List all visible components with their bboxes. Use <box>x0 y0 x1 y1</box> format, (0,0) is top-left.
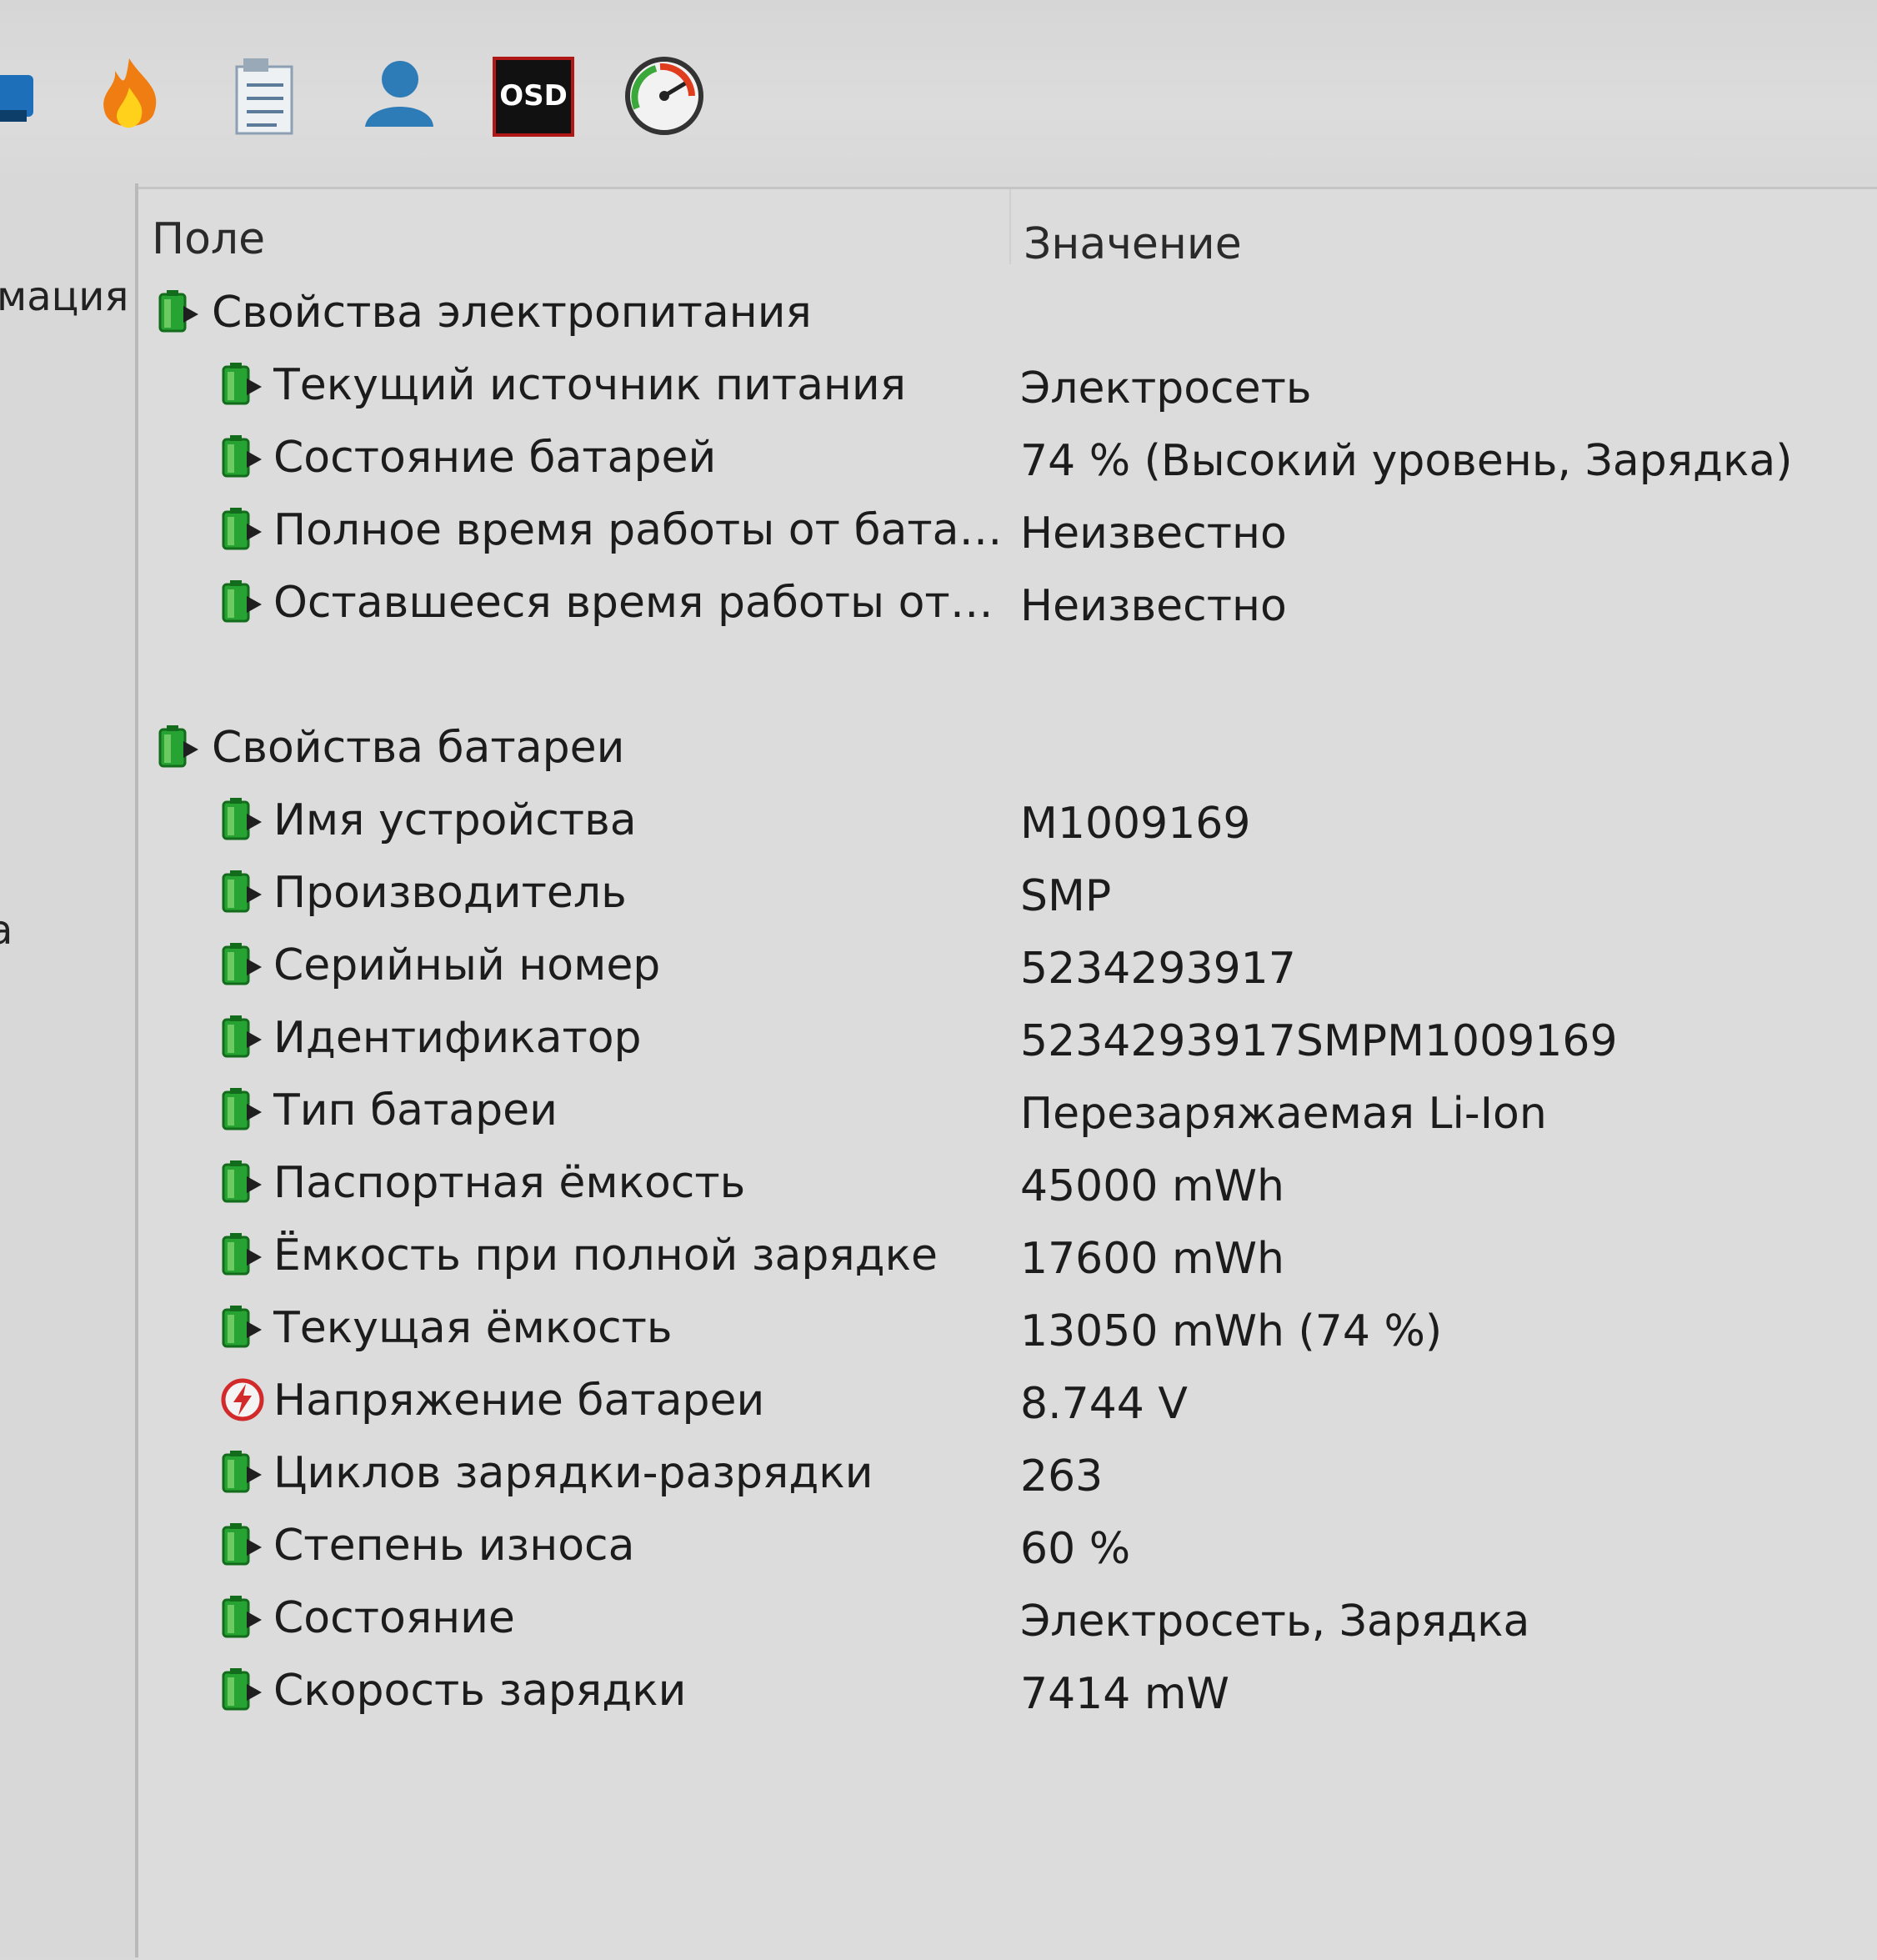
flame-icon[interactable] <box>83 50 175 142</box>
battery-icon <box>218 1158 267 1206</box>
field-value: 45000 mWh <box>1020 1161 1284 1211</box>
field-value: M1009169 <box>1020 799 1251 849</box>
list-item[interactable]: Идентификатор 5234293917SMPM1009169 <box>138 1006 1877 1073</box>
field-value: 60 % <box>1020 1524 1131 1574</box>
driver-icon[interactable] <box>0 50 58 142</box>
field-value: Неизвестно <box>1020 509 1287 559</box>
sidebar-tree: мация а <box>0 183 138 1957</box>
column-divider[interactable] <box>1009 189 1011 264</box>
field-value: 8.744 V <box>1020 1379 1188 1429</box>
list-item[interactable]: Производитель SMP <box>138 861 1877 928</box>
group-title: Свойства батареи <box>212 723 625 773</box>
battery-icon <box>218 505 267 554</box>
field-label: Циклов зарядки-разрядки <box>273 1448 873 1498</box>
field-value: 13050 mWh (74 %) <box>1020 1306 1443 1356</box>
battery-icon <box>155 288 203 336</box>
field-label: Ёмкость при полной зарядке <box>273 1231 938 1281</box>
field-value: SMP <box>1020 871 1112 921</box>
field-label: Производитель <box>273 868 627 918</box>
field-label: Степень износа <box>273 1521 635 1571</box>
user-icon[interactable] <box>350 50 442 142</box>
field-value: 7414 mW <box>1020 1669 1229 1719</box>
field-value: Неизвестно <box>1020 581 1287 631</box>
battery-icon <box>218 868 267 916</box>
battery-icon <box>218 1666 267 1714</box>
battery-icon <box>218 1231 267 1279</box>
list-item[interactable]: Состояние Электросеть, Зарядка <box>138 1587 1877 1653</box>
task-list-icon[interactable] <box>218 50 310 142</box>
field-label: Состояние <box>273 1593 515 1643</box>
list-item[interactable]: Степень износа 60 % <box>138 1514 1877 1581</box>
battery-icon <box>218 795 267 844</box>
list-item[interactable]: Циклов зарядки-разрядки 263 <box>138 1441 1877 1508</box>
osd-label: OSD <box>499 79 568 113</box>
group-header[interactable]: Свойства электропитания <box>138 281 1877 348</box>
voltage-icon <box>218 1376 267 1424</box>
list-item[interactable]: Паспортная ёмкость 45000 mWh <box>138 1151 1877 1218</box>
battery-icon <box>218 1303 267 1351</box>
field-value: Электросеть <box>1020 363 1312 414</box>
list-item[interactable]: Скорость зарядки 7414 mW <box>138 1659 1877 1726</box>
column-header-field[interactable]: Поле <box>152 214 265 264</box>
field-value: 5234293917 <box>1020 944 1296 994</box>
battery-icon <box>218 433 267 481</box>
battery-icon <box>218 1448 267 1496</box>
list-item[interactable]: Имя устройства M1009169 <box>138 789 1877 855</box>
battery-icon <box>218 940 267 989</box>
gauge-icon[interactable] <box>618 50 710 142</box>
field-label: Состояние батарей <box>273 433 717 483</box>
battery-icon <box>218 1013 267 1061</box>
list-item[interactable]: Текущая ёмкость 13050 mWh (74 %) <box>138 1296 1877 1363</box>
list-item[interactable]: Состояние батарей 74 % (Высокий уровень,… <box>138 426 1877 493</box>
list-item[interactable]: Серийный номер 5234293917 <box>138 934 1877 1000</box>
osd-icon[interactable]: OSD <box>488 50 579 142</box>
list-item[interactable]: Полное время работы от батар... Неизвест… <box>138 499 1877 565</box>
column-header-value[interactable]: Значение <box>1024 219 1242 269</box>
battery-icon <box>218 360 267 409</box>
group-title: Свойства электропитания <box>212 288 812 338</box>
field-label: Идентификатор <box>273 1013 642 1063</box>
field-value: Перезаряжаемая Li-Ion <box>1020 1089 1547 1139</box>
field-label: Паспортная ёмкость <box>273 1158 746 1208</box>
details-list: Поле Значение Свойства электропитания Те… <box>138 187 1877 1960</box>
battery-icon <box>218 578 267 626</box>
battery-icon <box>218 1593 267 1642</box>
field-value: 263 <box>1020 1451 1104 1501</box>
field-value: Электросеть, Зарядка <box>1020 1597 1530 1647</box>
battery-icon <box>155 723 203 771</box>
field-value: 5234293917SMPM1009169 <box>1020 1016 1618 1066</box>
sidebar-item-fragment[interactable]: мация <box>0 273 128 320</box>
list-item[interactable]: Напряжение батареи 8.744 V <box>138 1369 1877 1436</box>
field-value: 17600 mWh <box>1020 1234 1284 1284</box>
field-label: Текущий источник питания <box>273 360 907 410</box>
list-item[interactable]: Оставшееся время работы от б... Неизвест… <box>138 571 1877 638</box>
field-label: Серийный номер <box>273 940 661 990</box>
field-label: Скорость зарядки <box>273 1666 687 1716</box>
list-item[interactable]: Текущий источник питания Электросеть <box>138 353 1877 420</box>
field-label: Напряжение батареи <box>273 1376 765 1426</box>
field-label: Текущая ёмкость <box>273 1303 673 1353</box>
battery-icon <box>218 1085 267 1134</box>
field-label: Имя устройства <box>273 795 637 845</box>
field-label: Полное время работы от батар... <box>273 505 1007 555</box>
list-item[interactable]: Тип батареи Перезаряжаемая Li-Ion <box>138 1079 1877 1145</box>
sidebar-item-fragment[interactable]: а <box>0 907 13 954</box>
group-header[interactable]: Свойства батареи <box>138 716 1877 783</box>
field-value: 74 % (Высокий уровень, Зарядка) <box>1020 436 1793 486</box>
field-label: Оставшееся время работы от б... <box>273 578 1007 628</box>
toolbar: OSD <box>0 0 1877 183</box>
field-label: Тип батареи <box>273 1085 558 1135</box>
list-item[interactable]: Ёмкость при полной зарядке 17600 mWh <box>138 1224 1877 1291</box>
battery-icon <box>218 1521 267 1569</box>
